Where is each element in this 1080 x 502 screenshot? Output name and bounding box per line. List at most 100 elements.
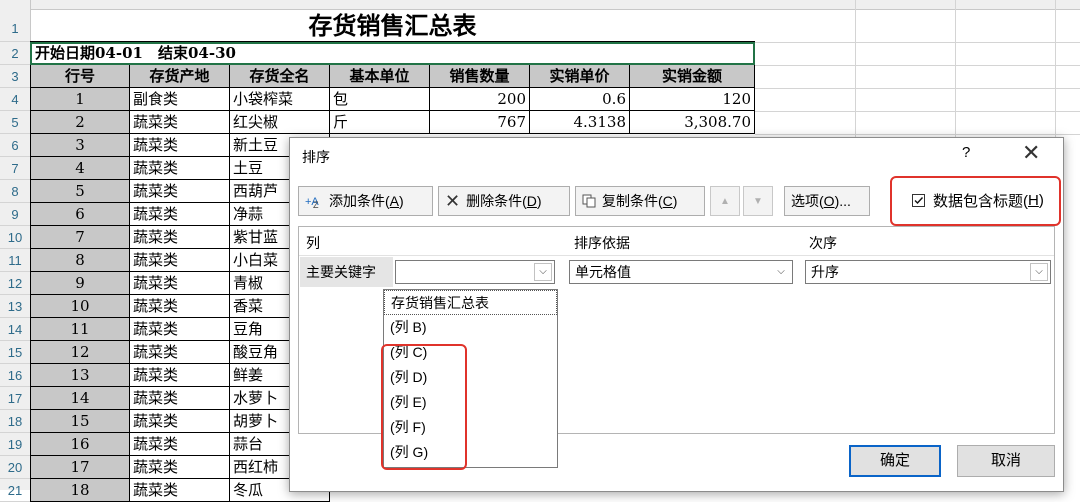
table-cell[interactable]: 0.6	[530, 88, 630, 111]
table-cell[interactable]: 1	[30, 88, 130, 111]
row-number[interactable]: 1	[0, 9, 30, 42]
row-number[interactable]: 2	[0, 42, 30, 65]
header-cell[interactable]: 实销金额	[630, 65, 755, 88]
table-cell[interactable]: 10	[30, 295, 130, 318]
table-cell[interactable]: 蔬菜类	[130, 226, 230, 249]
table-cell[interactable]: 2	[30, 111, 130, 134]
table-cell[interactable]: 斤	[330, 111, 430, 134]
header-cell[interactable]: 销售数量	[430, 65, 530, 88]
period-cell[interactable]: 开始日期04-01 结束04-30	[30, 42, 755, 65]
order-select[interactable]: 升序 ⌵	[805, 260, 1051, 284]
row-number[interactable]: 10	[0, 226, 30, 249]
row-number[interactable]: 17	[0, 387, 30, 410]
row-number[interactable]: 12	[0, 272, 30, 295]
row-number[interactable]: 18	[0, 410, 30, 433]
table-cell[interactable]: 4.3138	[530, 111, 630, 134]
sheet-title[interactable]: 存货销售汇总表	[30, 9, 755, 42]
sortby-select[interactable]: 单元格值 ⌵	[569, 260, 793, 284]
copy-condition-button[interactable]: 复制条件(C)	[575, 186, 705, 216]
table-cell[interactable]: 767	[430, 111, 530, 134]
row-number[interactable]: 7	[0, 157, 30, 180]
table-cell[interactable]: 120	[630, 88, 755, 111]
table-cell[interactable]: 蔬菜类	[130, 387, 230, 410]
header-cell[interactable]: 基本单位	[330, 65, 430, 88]
table-cell[interactable]: 15	[30, 410, 130, 433]
table-cell[interactable]: 蔬菜类	[130, 479, 230, 502]
table-cell[interactable]: 蔬菜类	[130, 249, 230, 272]
table-cell[interactable]: 蔬菜类	[130, 410, 230, 433]
row-number[interactable]: 13	[0, 295, 30, 318]
table-cell[interactable]: 蔬菜类	[130, 272, 230, 295]
row-number[interactable]: 14	[0, 318, 30, 341]
table-cell[interactable]: 7	[30, 226, 130, 249]
table-cell[interactable]: 9	[30, 272, 130, 295]
primary-key-label[interactable]: 主要关键字	[300, 257, 393, 287]
table-cell[interactable]: 3	[30, 134, 130, 157]
table-cell[interactable]: 200	[430, 88, 530, 111]
table-cell[interactable]: 13	[30, 364, 130, 387]
table-cell[interactable]: 11	[30, 318, 130, 341]
table-cell[interactable]: 蔬菜类	[130, 111, 230, 134]
table-cell[interactable]: 蔬菜类	[130, 456, 230, 479]
row-number[interactable]: 8	[0, 180, 30, 203]
column-header-h[interactable]	[755, 0, 856, 10]
has-headers-checkbox[interactable]: 数据包含标题(H)	[912, 190, 1044, 211]
chevron-down-icon[interactable]: ⌵	[1030, 263, 1048, 281]
table-cell[interactable]: 包	[330, 88, 430, 111]
dropdown-option[interactable]: 存货销售汇总表	[384, 290, 557, 315]
chevron-down-icon[interactable]: ⌵	[534, 263, 552, 281]
close-button[interactable]: ✕	[1022, 140, 1040, 166]
chevron-down-icon[interactable]: ⌵	[772, 263, 790, 281]
row-number[interactable]: 3	[0, 65, 30, 88]
move-down-button[interactable]: ▼	[743, 186, 773, 216]
table-cell[interactable]: 3,308.70	[630, 111, 755, 134]
table-cell[interactable]: 蔬菜类	[130, 341, 230, 364]
table-cell[interactable]: 17	[30, 456, 130, 479]
table-cell[interactable]: 蔬菜类	[130, 318, 230, 341]
header-cell[interactable]: 存货全名	[230, 65, 330, 88]
table-cell[interactable]: 蔬菜类	[130, 134, 230, 157]
table-cell[interactable]: 6	[30, 203, 130, 226]
header-cell[interactable]: 实销单价	[530, 65, 630, 88]
table-cell[interactable]: 小袋榨菜	[230, 88, 330, 111]
row-number[interactable]: 5	[0, 111, 30, 134]
row-number[interactable]: 21	[0, 479, 30, 502]
table-cell[interactable]: 14	[30, 387, 130, 410]
table-cell[interactable]: 红尖椒	[230, 111, 330, 134]
table-cell[interactable]: 蔬菜类	[130, 295, 230, 318]
table-cell[interactable]: 12	[30, 341, 130, 364]
row-number[interactable]: 11	[0, 249, 30, 272]
options-button[interactable]: 选项(O)...	[784, 186, 870, 216]
row-number[interactable]: 4	[0, 88, 30, 111]
table-cell[interactable]: 蔬菜类	[130, 157, 230, 180]
table-cell[interactable]: 4	[30, 157, 130, 180]
header-cell[interactable]: 存货产地	[130, 65, 230, 88]
cancel-button[interactable]: 取消	[957, 445, 1055, 477]
row-number[interactable]: 20	[0, 456, 30, 479]
row-number[interactable]: 6	[0, 134, 30, 157]
add-condition-button[interactable]: +A Z 添加条件(A)	[298, 186, 433, 216]
table-cell[interactable]: 蔬菜类	[130, 433, 230, 456]
table-cell[interactable]: 蔬菜类	[130, 364, 230, 387]
row-number[interactable]: 19	[0, 433, 30, 456]
table-cell[interactable]: 5	[30, 180, 130, 203]
row-number[interactable]: 9	[0, 203, 30, 226]
checkbox-box[interactable]	[912, 194, 925, 207]
table-cell[interactable]: 蔬菜类	[130, 180, 230, 203]
table-cell[interactable]: 18	[30, 479, 130, 502]
dropdown-option[interactable]: (列 B)	[384, 315, 557, 340]
table-cell[interactable]: 蔬菜类	[130, 203, 230, 226]
header-cell[interactable]: 行号	[30, 65, 130, 88]
table-cell[interactable]: 16	[30, 433, 130, 456]
row-number[interactable]: 16	[0, 364, 30, 387]
help-button[interactable]: ?	[962, 144, 970, 161]
column-header-j[interactable]	[955, 0, 1080, 10]
ok-button[interactable]: 确定	[849, 445, 941, 477]
row-number[interactable]: 15	[0, 341, 30, 364]
column-header-i[interactable]	[855, 0, 956, 10]
move-up-button[interactable]: ▲	[710, 186, 740, 216]
column-select[interactable]: ⌵	[395, 260, 555, 284]
table-cell[interactable]: 副食类	[130, 88, 230, 111]
table-cell[interactable]: 8	[30, 249, 130, 272]
delete-condition-button[interactable]: ✕ 删除条件(D)	[438, 186, 570, 216]
